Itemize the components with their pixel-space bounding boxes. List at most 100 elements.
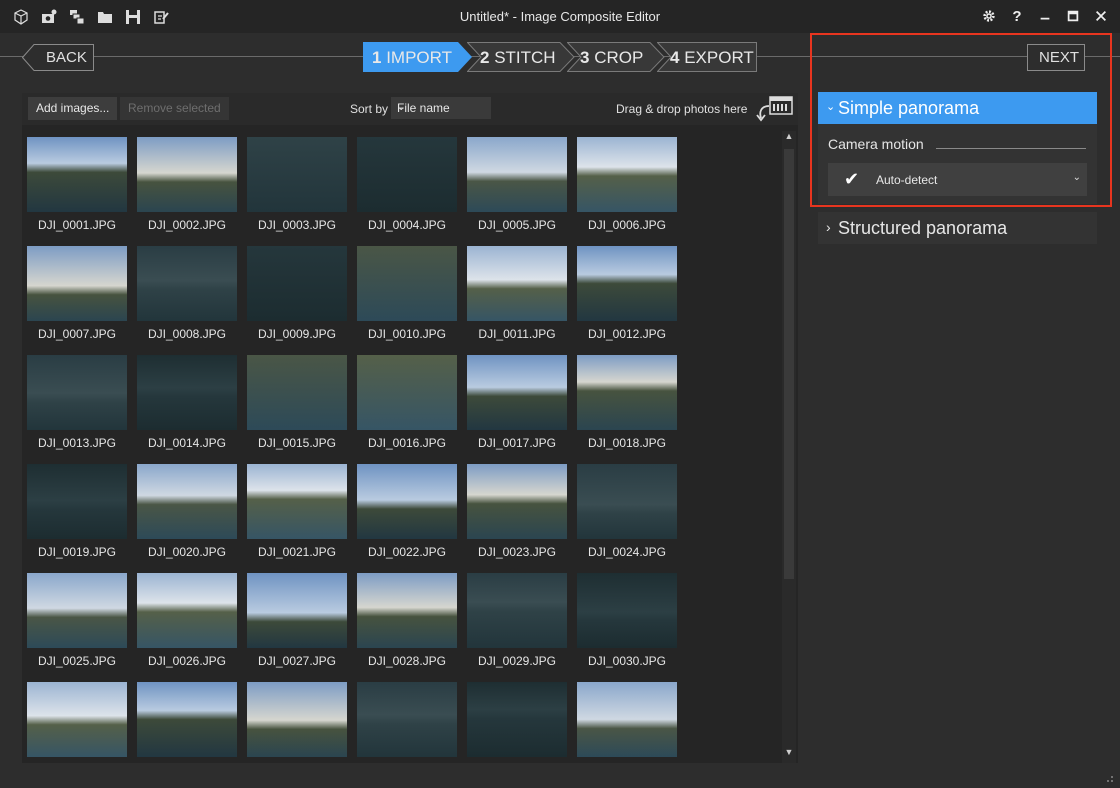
new-panorama-icon[interactable] [10, 7, 32, 27]
resize-grip-icon[interactable] [1104, 770, 1114, 782]
minimize-icon[interactable] [1034, 6, 1056, 26]
image-thumbnail[interactable]: DJI_0030.JPG [577, 573, 677, 678]
simple-panorama-header[interactable]: ⌄ Simple panorama [818, 92, 1097, 124]
image-thumbnail[interactable] [467, 682, 567, 787]
image-thumbnail[interactable]: DJI_0022.JPG [357, 464, 457, 569]
thumbnail-filename: DJI_0027.JPG [257, 654, 337, 668]
sort-by-select[interactable]: File name ⌄ [391, 97, 491, 119]
new-from-images-icon[interactable] [66, 7, 88, 27]
thumbnail-filename: DJI_0001.JPG [37, 218, 117, 232]
thumbnail-filename: DJI_0002.JPG [147, 218, 227, 232]
thumbnail-filename: DJI_0030.JPG [587, 654, 667, 668]
maximize-icon[interactable] [1062, 6, 1084, 26]
thumbnail-image [467, 682, 567, 757]
tab-stitch[interactable]: 2 STITCH [467, 42, 575, 72]
image-thumbnail[interactable]: DJI_0023.JPG [467, 464, 567, 569]
scroll-down-icon[interactable]: ▼ [782, 747, 796, 761]
save-icon[interactable] [122, 7, 144, 27]
structured-panorama-header[interactable]: › Structured panorama [818, 212, 1097, 244]
tab-export[interactable]: 4 EXPORT [657, 42, 757, 72]
step-label: EXPORT [684, 48, 754, 67]
thumbnail-filename: DJI_0022.JPG [367, 545, 447, 559]
image-thumbnail[interactable]: DJI_0009.JPG [247, 246, 347, 351]
new-from-video-icon[interactable] [38, 7, 60, 27]
thumbnail-image [27, 355, 127, 430]
thumbnail-image [577, 573, 677, 648]
thumbnail-image [137, 246, 237, 321]
image-thumbnail[interactable]: DJI_0026.JPG [137, 573, 237, 678]
title-bar: Untitled* - Image Composite Editor ? [0, 0, 1120, 33]
image-thumbnail[interactable] [357, 682, 457, 787]
image-thumbnail[interactable]: DJI_0005.JPG [467, 137, 567, 242]
thumbnail-filename: DJI_0013.JPG [37, 436, 117, 450]
image-thumbnail[interactable]: DJI_0010.JPG [357, 246, 457, 351]
chevron-down-icon: ⌄ [1072, 172, 1081, 183]
chevron-down-icon: ⌄ [397, 102, 406, 113]
image-thumbnail[interactable]: DJI_0011.JPG [467, 246, 567, 351]
step-number: 1 [372, 48, 382, 67]
thumbnail-image [467, 464, 567, 539]
camera-motion-value: Auto-detect [876, 173, 938, 187]
image-thumbnail[interactable]: DJI_0008.JPG [137, 246, 237, 351]
image-thumbnail[interactable]: DJI_0025.JPG [27, 573, 127, 678]
image-thumbnail[interactable]: DJI_0029.JPG [467, 573, 567, 678]
remove-selected-button[interactable]: Remove selected [120, 97, 229, 120]
camera-motion-select[interactable]: ✔ Auto-detect ⌄ [828, 163, 1087, 196]
thumbnail-image [357, 464, 457, 539]
thumbnail-filename: DJI_0025.JPG [37, 654, 117, 668]
image-thumbnail[interactable]: DJI_0003.JPG [247, 137, 347, 242]
thumbnail-image [357, 355, 457, 430]
thumbnail-filename: DJI_0028.JPG [367, 654, 447, 668]
help-icon[interactable]: ? [1006, 6, 1028, 26]
image-thumbnail[interactable]: DJI_0024.JPG [577, 464, 677, 569]
thumbnail-filename: DJI_0018.JPG [587, 436, 667, 450]
image-thumbnail[interactable]: DJI_0001.JPG [27, 137, 127, 242]
thumbnail-image [137, 355, 237, 430]
image-thumbnail[interactable] [247, 682, 347, 787]
step-label: STITCH [494, 48, 556, 67]
image-thumbnail[interactable] [137, 682, 237, 787]
thumbnail-image [137, 573, 237, 648]
image-thumbnail[interactable]: DJI_0019.JPG [27, 464, 127, 569]
image-thumbnail[interactable]: DJI_0012.JPG [577, 246, 677, 351]
image-thumbnail[interactable]: DJI_0007.JPG [27, 246, 127, 351]
image-thumbnail[interactable]: DJI_0013.JPG [27, 355, 127, 460]
scroll-thumb[interactable] [784, 149, 794, 579]
image-thumbnail[interactable]: DJI_0002.JPG [137, 137, 237, 242]
open-project-icon[interactable] [94, 7, 116, 27]
close-icon[interactable] [1090, 6, 1112, 26]
image-thumbnail[interactable]: DJI_0028.JPG [357, 573, 457, 678]
chevron-right-icon: › [826, 219, 831, 235]
image-thumbnail[interactable]: DJI_0014.JPG [137, 355, 237, 460]
image-thumbnail[interactable]: DJI_0017.JPG [467, 355, 567, 460]
export-icon[interactable] [150, 7, 172, 27]
thumbnail-filename: DJI_0004.JPG [367, 218, 447, 232]
thumbnail-filename: DJI_0021.JPG [257, 545, 337, 559]
step-number: 2 [480, 48, 490, 67]
scroll-up-icon[interactable]: ▲ [782, 131, 796, 145]
image-thumbnail[interactable]: DJI_0015.JPG [247, 355, 347, 460]
image-thumbnail[interactable]: DJI_0004.JPG [357, 137, 457, 242]
image-thumbnail[interactable]: DJI_0027.JPG [247, 573, 347, 678]
image-thumbnail[interactable]: DJI_0020.JPG [137, 464, 237, 569]
back-button[interactable]: BACK [22, 44, 94, 71]
image-thumbnail[interactable]: DJI_0006.JPG [577, 137, 677, 242]
image-thumbnail[interactable]: DJI_0018.JPG [577, 355, 677, 460]
image-thumbnail[interactable] [577, 682, 677, 787]
image-thumbnail[interactable] [27, 682, 127, 787]
thumbnail-image [357, 573, 457, 648]
thumbnail-image [357, 137, 457, 212]
thumbnail-image [27, 464, 127, 539]
thumbnail-filename: DJI_0015.JPG [257, 436, 337, 450]
tab-import[interactable]: 1 IMPORT [363, 42, 473, 72]
add-images-button[interactable]: Add images... [28, 97, 118, 120]
thumbnail-filename: DJI_0003.JPG [257, 218, 337, 232]
image-thumbnail[interactable]: DJI_0021.JPG [247, 464, 347, 569]
thumbnail-filename: DJI_0029.JPG [477, 654, 557, 668]
vertical-scrollbar[interactable]: ▲ ▼ [782, 131, 796, 763]
camera-motion-label: Camera motion [828, 136, 924, 152]
step-label: IMPORT [386, 48, 453, 67]
image-thumbnail[interactable]: DJI_0016.JPG [357, 355, 457, 460]
settings-icon[interactable] [978, 6, 1000, 26]
tab-crop[interactable]: 3 CROP [567, 42, 665, 72]
